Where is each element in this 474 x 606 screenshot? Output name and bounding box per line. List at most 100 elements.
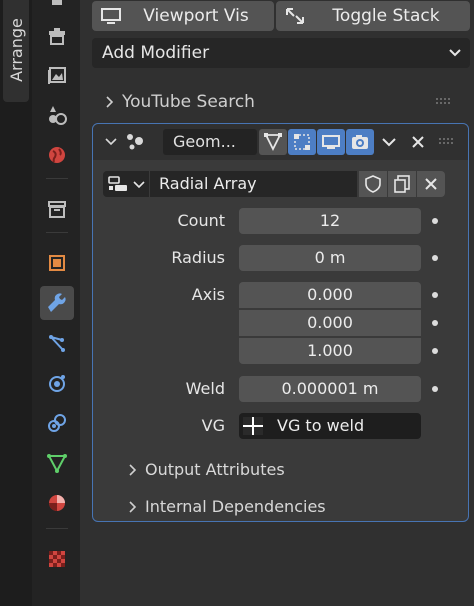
unlink-node-group-button[interactable] bbox=[417, 171, 445, 197]
tab-scene[interactable] bbox=[40, 138, 74, 172]
node-group-browse-button[interactable] bbox=[103, 171, 149, 197]
output-attributes-subpanel[interactable]: Output Attributes bbox=[127, 460, 427, 480]
vg-field[interactable]: VG to weld bbox=[239, 413, 421, 439]
keyframe-dot-icon[interactable] bbox=[432, 292, 438, 298]
tab-physics[interactable] bbox=[40, 366, 74, 400]
constraints-icon bbox=[48, 414, 66, 432]
tool-icon bbox=[52, 0, 62, 5]
modifier-panel: Geom... Radial Array Count 12 Radius 0 m… bbox=[92, 123, 469, 522]
show-viewport-toggle[interactable] bbox=[317, 129, 345, 155]
on-cage-toggle[interactable] bbox=[288, 129, 316, 155]
vertex-group-icon bbox=[243, 417, 263, 435]
collection-icon bbox=[48, 201, 66, 218]
keyframe-dot-icon[interactable] bbox=[432, 348, 438, 354]
tab-modifiers[interactable] bbox=[40, 286, 74, 320]
fake-user-toggle[interactable] bbox=[359, 171, 387, 197]
internal-dependencies-label: Internal Dependencies bbox=[145, 497, 326, 516]
properties-editor: Viewport Vis Toggle Stack Add Modifier Y… bbox=[80, 0, 474, 606]
properties-tab-column bbox=[32, 0, 80, 606]
tab-separator bbox=[46, 232, 68, 233]
tab-output[interactable] bbox=[40, 58, 74, 92]
modifier-menu-dropdown[interactable] bbox=[375, 129, 403, 155]
vg-value: VG to weld bbox=[277, 416, 365, 435]
chevron-down-icon[interactable] bbox=[105, 136, 117, 148]
geometry-nodes-icon bbox=[127, 134, 143, 150]
chevron-down-icon bbox=[449, 49, 461, 57]
add-modifier-label: Add Modifier bbox=[102, 43, 210, 63]
radius-label: Radius bbox=[171, 248, 225, 267]
tab-arrange[interactable]: Arrange bbox=[3, 0, 29, 102]
world-icon bbox=[49, 147, 65, 163]
view-layer-icon bbox=[49, 106, 67, 125]
shield-icon bbox=[365, 175, 381, 193]
modifier-name-field[interactable]: Geom... bbox=[163, 129, 257, 155]
weld-field[interactable]: 0.000001 m bbox=[239, 376, 421, 402]
material-icon bbox=[49, 495, 65, 511]
tab-material[interactable] bbox=[40, 486, 74, 520]
axis-label: Axis bbox=[191, 285, 225, 304]
tab-render[interactable] bbox=[40, 20, 74, 54]
keyframe-dot-icon[interactable] bbox=[432, 255, 438, 261]
chevron-down-icon bbox=[133, 181, 145, 189]
node-group-name-field[interactable]: Radial Array bbox=[150, 171, 357, 197]
monitor-icon bbox=[322, 135, 340, 149]
remove-modifier-button[interactable] bbox=[404, 129, 432, 155]
youtube-search-panel-header[interactable]: YouTube Search bbox=[104, 91, 470, 113]
drag-grip-icon[interactable] bbox=[436, 98, 452, 106]
camera-icon bbox=[352, 135, 368, 149]
toggle-stack-button[interactable]: Toggle Stack bbox=[276, 1, 470, 31]
on-cage-icon bbox=[294, 134, 310, 150]
node-tree-icon bbox=[108, 176, 127, 191]
close-icon bbox=[425, 178, 437, 190]
object-icon bbox=[49, 255, 65, 271]
drag-grip-icon[interactable] bbox=[439, 138, 455, 146]
weld-label: Weld bbox=[185, 379, 225, 398]
tab-constraints[interactable] bbox=[40, 406, 74, 440]
keyframe-dot-icon[interactable] bbox=[432, 386, 438, 392]
keyframe-dot-icon[interactable] bbox=[432, 320, 438, 326]
chevron-right-icon bbox=[129, 464, 137, 476]
render-icon bbox=[49, 28, 65, 45]
duplicate-icon bbox=[394, 175, 410, 193]
axis-z-field[interactable]: 1.000 bbox=[239, 338, 421, 364]
tab-collection[interactable] bbox=[40, 192, 74, 226]
duplicate-node-group-button[interactable] bbox=[388, 171, 416, 197]
tab-texture[interactable] bbox=[40, 542, 74, 576]
edit-mode-toggle[interactable] bbox=[259, 129, 287, 155]
tab-particles[interactable] bbox=[40, 326, 74, 360]
toggle-stack-label: Toggle Stack bbox=[332, 6, 440, 26]
chevron-right-icon bbox=[106, 96, 114, 108]
add-modifier-dropdown[interactable]: Add Modifier bbox=[92, 38, 470, 68]
modifier-header: Geom... bbox=[93, 124, 468, 160]
close-icon bbox=[412, 136, 424, 148]
output-attributes-label: Output Attributes bbox=[145, 460, 285, 479]
output-icon bbox=[48, 67, 66, 84]
particles-icon bbox=[49, 335, 65, 352]
chevron-down-icon bbox=[382, 138, 396, 147]
tab-data[interactable] bbox=[40, 446, 74, 480]
tab-object[interactable] bbox=[40, 246, 74, 280]
keyframe-dot-icon[interactable] bbox=[432, 218, 438, 224]
texture-icon bbox=[49, 551, 65, 567]
viewport-vis-button[interactable]: Viewport Vis bbox=[92, 1, 274, 31]
tab-tool[interactable] bbox=[40, 0, 74, 22]
tab-separator bbox=[46, 528, 68, 529]
count-field[interactable]: 12 bbox=[239, 208, 421, 234]
vg-label: VG bbox=[201, 416, 225, 435]
data-icon bbox=[47, 454, 67, 474]
chevron-right-icon bbox=[129, 501, 137, 513]
axis-y-field[interactable]: 0.000 bbox=[239, 310, 421, 336]
axis-x-field[interactable]: 0.000 bbox=[239, 282, 421, 308]
youtube-search-label: YouTube Search bbox=[122, 92, 255, 112]
radius-field[interactable]: 0 m bbox=[239, 245, 421, 271]
show-render-toggle[interactable] bbox=[346, 129, 374, 155]
tab-view-layer[interactable] bbox=[40, 98, 74, 132]
tab-arrange-label: Arrange bbox=[7, 18, 26, 82]
edit-mode-icon bbox=[264, 133, 282, 152]
internal-dependencies-subpanel[interactable]: Internal Dependencies bbox=[127, 497, 427, 517]
viewport-vis-label: Viewport Vis bbox=[143, 6, 249, 26]
node-group-selector: Radial Array bbox=[103, 171, 455, 197]
physics-icon bbox=[49, 375, 65, 392]
wrench-icon bbox=[48, 293, 66, 312]
count-label: Count bbox=[177, 211, 225, 230]
